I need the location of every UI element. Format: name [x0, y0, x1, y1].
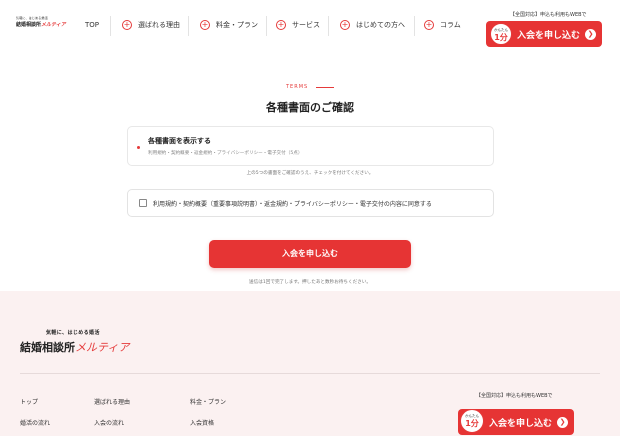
- agree-checkbox-row[interactable]: 利用規約・契約概要（重要事項説明書）・返金規約・プライバシーポリシー・電子交付の…: [127, 189, 494, 217]
- plus-circle-icon: +: [424, 20, 434, 30]
- nav-item-beginners[interactable]: + はじめての方へ: [340, 20, 405, 30]
- nav-top[interactable]: TOP: [85, 21, 99, 29]
- section-kicker: TERMS: [286, 84, 309, 90]
- plus-circle-icon: +: [200, 20, 210, 30]
- footer-cta-note: 【全国対応】申込も利用もWEBで: [476, 393, 553, 399]
- agree-checkbox[interactable]: [139, 199, 147, 207]
- footer-link-reasons[interactable]: 選ばれる理由: [94, 397, 130, 406]
- footer-apply-button[interactable]: かんたん 1分 入会を申し込む ❯: [458, 409, 574, 435]
- documents-list: 利用規約・契約概要・返金規約・プライバシーポリシー・電子交付（5点）: [148, 151, 303, 156]
- footer-divider: [20, 373, 600, 374]
- footer-logo-accent: メルティア: [75, 341, 130, 354]
- plus-circle-icon: +: [122, 20, 132, 30]
- footer-apply-label: 入会を申し込む: [489, 419, 553, 429]
- nav-divider: [328, 16, 329, 36]
- bullet-icon: [137, 146, 140, 149]
- agree-label: 利用規約・契約概要（重要事項説明書）・返金規約・プライバシーポリシー・電子交付の…: [153, 201, 432, 208]
- plus-circle-icon: +: [276, 20, 286, 30]
- nav-item-reasons[interactable]: + 選ばれる理由: [122, 20, 180, 30]
- footer-logo-tagline: 気軽に、はじめる婚活: [46, 330, 100, 336]
- confirm-hint: 上の5つの書面をご確認のうえ、チェックを付けてください。: [246, 171, 374, 176]
- header-cta-note: 【全国対応】申込も利用もWEBで: [510, 12, 587, 18]
- nav-item-services[interactable]: + サービス: [276, 20, 320, 30]
- one-minute-badge: かんたん 1分: [490, 23, 512, 45]
- footer-link-plans[interactable]: 料金・プラン: [190, 397, 226, 406]
- site-footer: 気軽に、はじめる婚活 結婚相談所メルティア トップ 選ばれる理由 料金・プラン …: [0, 291, 620, 436]
- nav-item-column[interactable]: + コラム: [424, 20, 461, 30]
- nav-item-plans[interactable]: + 料金・プラン: [200, 20, 258, 30]
- nav-divider: [188, 16, 189, 36]
- plus-circle-icon: +: [340, 20, 350, 30]
- kicker-divider: [316, 87, 334, 88]
- footer-link-eligibility[interactable]: 入会資格: [190, 418, 214, 427]
- site-logo[interactable]: 気軽に、はじめる婚活 結婚相談所メルティア: [16, 16, 66, 30]
- header-apply-button[interactable]: かんたん 1分 入会を申し込む ❯: [486, 21, 602, 47]
- show-documents-button[interactable]: 各種書面を表示する 利用規約・契約概要・返金規約・プライバシーポリシー・電子交付…: [127, 126, 494, 166]
- one-minute-badge: かんたん 1分: [460, 409, 484, 433]
- page-title: 各種書面のご確認: [266, 101, 354, 114]
- logo-name: 結婚相談所メルティア: [16, 22, 66, 28]
- logo-accent: メルティア: [41, 22, 66, 28]
- submit-note: 送信は1回で完了します。押したあと数秒お待ちください。: [249, 280, 371, 285]
- site-header: 気軽に、はじめる婚活 結婚相談所メルティア TOP + 選ばれる理由 + 料金・プラ…: [0, 0, 620, 56]
- nav-divider: [266, 16, 267, 36]
- submit-apply-button[interactable]: 入会を申し込む: [209, 240, 411, 268]
- footer-link-flow[interactable]: 婚活の流れ: [20, 418, 50, 427]
- arrow-right-icon: ❯: [585, 29, 596, 40]
- arrow-right-icon: ❯: [557, 417, 568, 428]
- header-apply-label: 入会を申し込む: [517, 31, 581, 41]
- nav-divider: [414, 16, 415, 36]
- show-documents-label: 各種書面を表示する: [148, 137, 211, 145]
- footer-link-join-flow[interactable]: 入会の流れ: [94, 418, 124, 427]
- footer-link-top[interactable]: トップ: [20, 397, 38, 406]
- footer-logo[interactable]: 結婚相談所メルティア: [20, 339, 129, 355]
- nav-divider: [110, 16, 111, 36]
